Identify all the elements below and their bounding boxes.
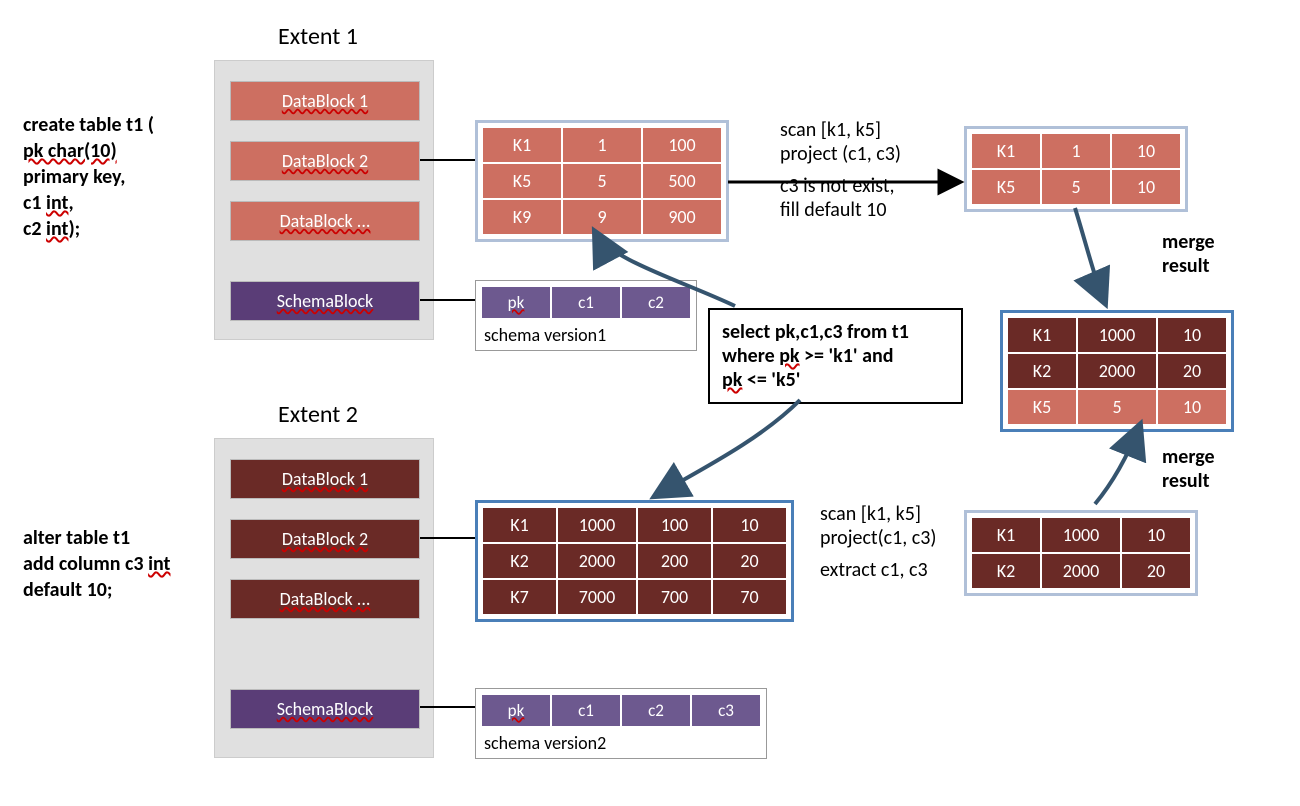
schema2-frame: pk c1 c2 c3 schema version2 — [475, 688, 767, 759]
extent1-datablock-2: DataBlock 2 — [230, 141, 420, 181]
scan-project-2: scan [k1, k5] project(c1, c3) extract c1… — [820, 502, 936, 582]
datablock2-table-ext2: K1100010010 K2200020020 K7700070070 — [475, 500, 794, 622]
merge-result-label-2: mergeresult — [1162, 445, 1215, 493]
scan-project-1: scan [k1, k5] project (c1, c3) c3 is not… — [780, 118, 901, 222]
extent2-datablock-2: DataBlock 2 — [230, 519, 420, 559]
sql-alter-l2: add column c3 int — [23, 551, 170, 577]
sql-alter-l3: default 10; — [23, 577, 170, 603]
result2-table: K1100010 K2200020 — [964, 510, 1198, 596]
table-row: K5510 — [971, 169, 1181, 205]
sql-alter-l1: alter table t1 — [23, 525, 170, 551]
sql-create-l1: create table t1 ( — [23, 112, 154, 138]
extent2-datablock-n: DataBlock ... — [230, 579, 420, 619]
sql-create-l2b: primary key, — [23, 164, 154, 190]
result1-table: K1110 K5510 — [964, 126, 1188, 212]
schema1-caption: schema version1 — [480, 320, 692, 348]
table-row: K99900 — [482, 199, 722, 235]
sql-create: create table t1 ( pk char(10) primary ke… — [23, 112, 154, 242]
table-row: pk c1 c2 c3 — [481, 694, 761, 727]
extent1-datablock-n: DataBlock ... — [230, 201, 420, 241]
sql-create-l2: pk char(10) — [23, 138, 154, 164]
merged-result-table: K1100010 K2200020 K5510 — [1000, 310, 1234, 432]
table-row: K1110 — [971, 133, 1181, 169]
merge-result-label-1: mergeresult — [1162, 230, 1215, 278]
sql-alter: alter table t1 add column c3 int default… — [23, 525, 170, 603]
table-row: K55500 — [482, 163, 722, 199]
table-row: K2200020020 — [482, 543, 787, 579]
table-row: K2200020 — [1007, 353, 1227, 389]
sql-create-l4: c2 int); — [23, 216, 154, 242]
table-row: K1100010010 — [482, 507, 787, 543]
table-row: K1100010 — [1007, 317, 1227, 353]
extent1-schemablock: SchemaBlock — [230, 281, 420, 321]
datablock2-table-ext1: K11100 K55500 K99900 — [475, 120, 729, 242]
table-row: pk c1 c2 — [481, 286, 691, 319]
extent2-box: DataBlock 1 DataBlock 2 DataBlock ... Sc… — [214, 438, 434, 758]
schema1-frame: pk c1 c2 schema version1 — [475, 280, 697, 351]
schema2-caption: schema version2 — [480, 728, 762, 756]
extent1-datablock-1: DataBlock 1 — [230, 81, 420, 121]
table-row: K1100010 — [971, 517, 1191, 553]
sql-create-l3: c1 int, — [23, 190, 154, 216]
extent1-box: DataBlock 1 DataBlock 2 DataBlock ... Sc… — [214, 60, 434, 340]
table-row: K5510 — [1007, 389, 1227, 425]
table-row: K7700070070 — [482, 579, 787, 615]
extent2-datablock-1: DataBlock 1 — [230, 459, 420, 499]
query-box: select pk,c1,c3 from t1 where pk >= 'k1'… — [708, 308, 963, 404]
extent1-title: Extent 1 — [278, 22, 358, 51]
extent2-title: Extent 2 — [278, 400, 358, 429]
table-row: K11100 — [482, 127, 722, 163]
table-row: K2200020 — [971, 553, 1191, 589]
extent2-schemablock: SchemaBlock — [230, 689, 420, 729]
